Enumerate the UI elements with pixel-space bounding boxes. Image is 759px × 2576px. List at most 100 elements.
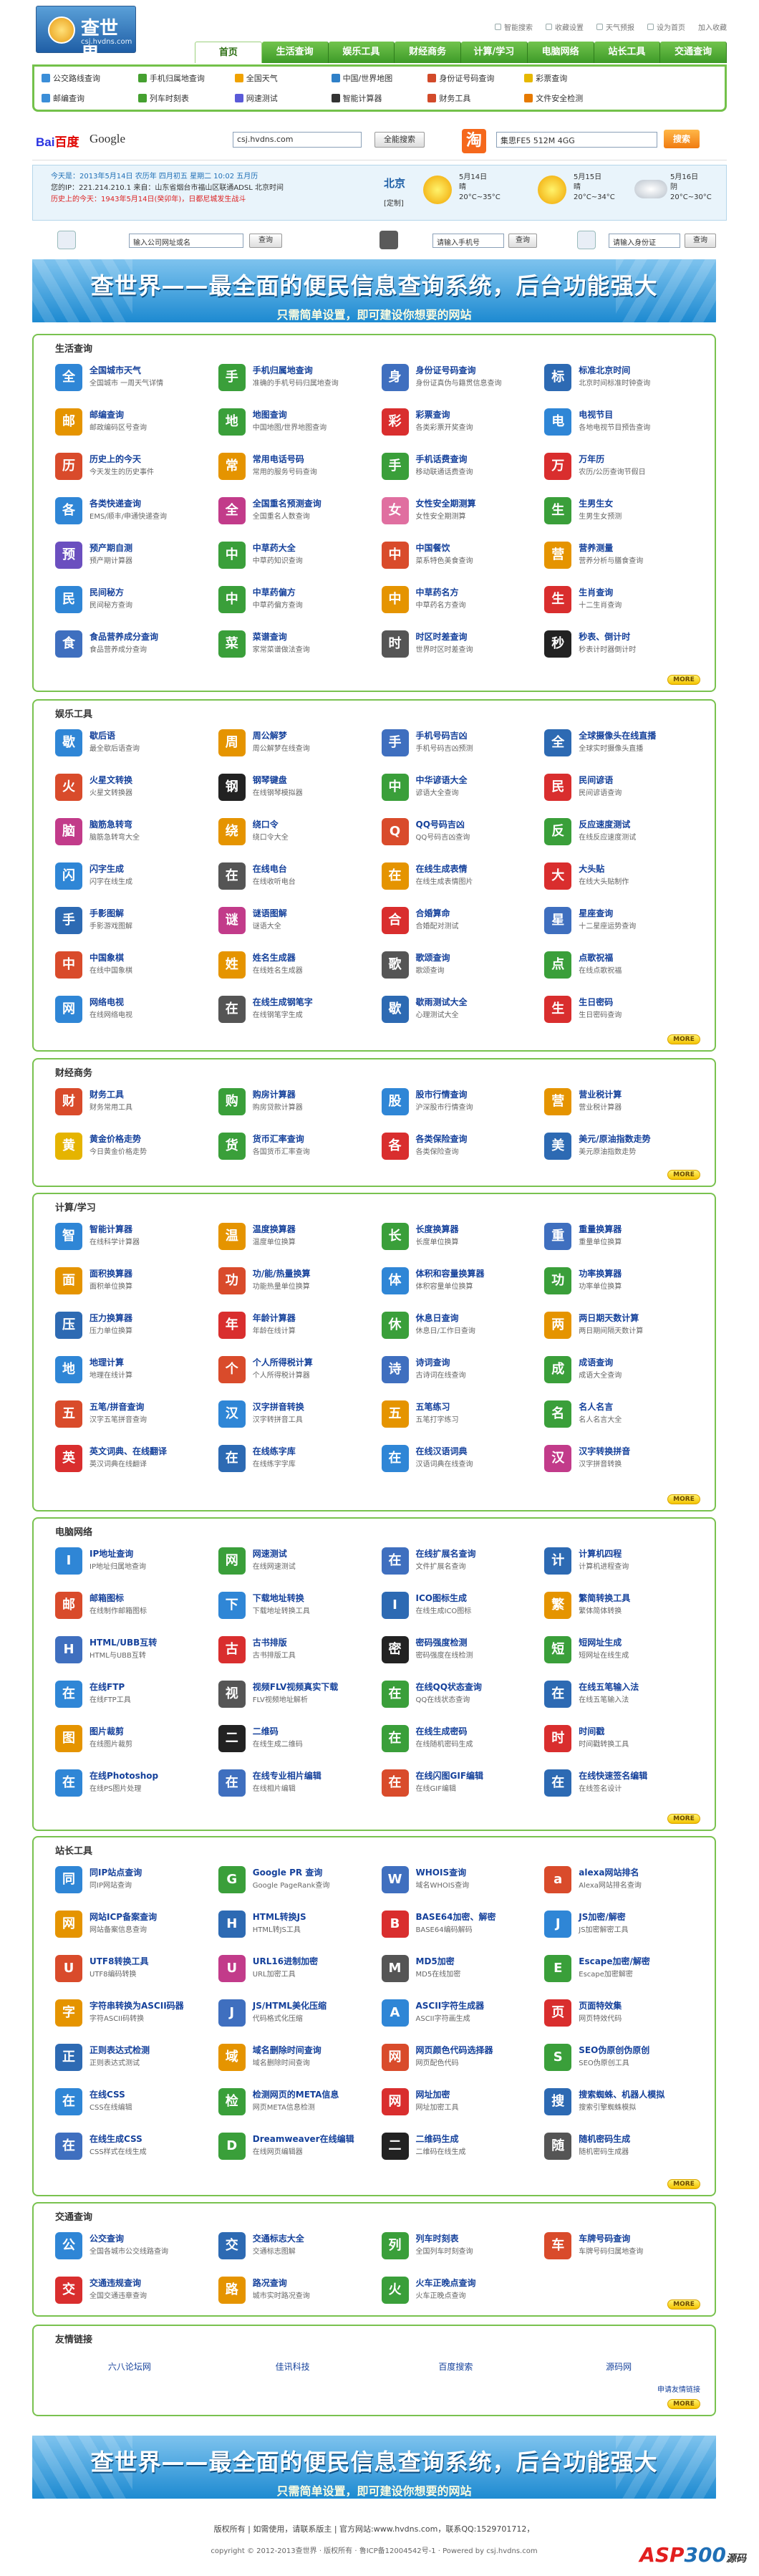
tool-item[interactable]: I ICO图标生成 在线生成ICO图标 [374,1586,538,1630]
quick-link[interactable]: 全国天气 [234,69,332,87]
tool-item[interactable]: 年年龄计算器 年龄在线计算 [211,1306,374,1350]
tool-item[interactable]: 体体积和容量换算器 体积容量单位换算 [374,1261,538,1306]
tool-item[interactable]: 中中草药大全 中草药知识查询 [211,536,374,580]
tool-item[interactable]: 功功/能/热量换算 功能热量单位换算 [211,1261,374,1306]
tool-item[interactable]: 全全球摄像头在线直播 全球实时摄像头直播 [537,724,700,768]
tool-item[interactable]: 菜菜谱查询 家常菜谱做法查询 [211,625,374,669]
tool-item[interactable]: 历历史上的今天 今天发生的历史事件 [48,447,211,491]
tool-name[interactable]: 营业税计算 [579,1088,622,1100]
tool-item[interactable]: 网网页颜色代码选择器 网页配色代码 [374,2038,538,2082]
tool-item[interactable]: 脑脑筋急转弯 脑筋急转弯大全 [48,812,211,857]
tool-name[interactable]: 歇雨测试大全 [416,996,468,1008]
tool-item[interactable]: 手手影图解 手影游戏图解 [48,901,211,946]
tool-name[interactable]: 温度换算器 [253,1223,296,1235]
tool-name[interactable]: 视频FLV视频真实下载 [253,1681,338,1693]
tool-item[interactable]: M MD5加密 MD5在线加密 [374,1949,538,1994]
nav-entertainment[interactable]: 娱乐工具 [328,42,395,63]
tool-item[interactable]: 二二维码 在线生成二维码 [211,1719,374,1764]
tool-item[interactable]: 生生肖查询 十二生肖查询 [537,580,700,625]
tool-item[interactable]: 随随机密码生成 随机密码生成器 [537,2127,700,2171]
tool-name[interactable]: 英文词典、在线翻译 [90,1445,167,1457]
tool-item[interactable]: 车车牌号码查询 车牌号码归属地查询 [537,2226,700,2271]
tool-item[interactable]: 在在线QQ状态查询 QQ在线状态查询 [374,1675,538,1719]
tool-name[interactable]: URL16进制加密 [253,1955,318,1967]
more-button[interactable]: MORE [667,1170,700,1180]
tool-name[interactable]: 在线生成密码 [416,1725,468,1737]
tool-item[interactable]: 万万年历 农历/公历查询节假日 [537,447,700,491]
tool-item[interactable]: 在在线快速签名编辑 在线签名设计 [537,1764,700,1808]
quick-link[interactable]: 列车时刻表 [137,90,235,107]
tool-item[interactable]: 时时区时差查询 世界时区时差查询 [374,625,538,669]
tool-item[interactable]: J JS加密/解密 JS加密解密工具 [537,1905,700,1949]
tool-item[interactable]: 视视频FLV视频真实下载 FLV视频地址解析 [211,1675,374,1719]
tool-name[interactable]: 黄金价格走势 [90,1133,141,1145]
tool-name[interactable]: 财务工具 [90,1088,124,1100]
friend-link[interactable]: 佳讯科技 [211,2360,374,2373]
tool-item[interactable]: 谜谜语图解 谜语大全 [211,901,374,946]
tool-item[interactable]: 温温度换算器 温度单位换算 [211,1217,374,1261]
more-button[interactable]: MORE [667,2179,700,2189]
tool-name[interactable]: Dreamweaver在线编辑 [253,2133,354,2145]
tool-name[interactable]: 个人所得税计算 [253,1356,313,1368]
tool-item[interactable]: 短短网址生成 短网址在线生成 [537,1630,700,1675]
tool-name[interactable]: 反应速度测试 [579,818,630,830]
tool-name[interactable]: 图片裁剪 [90,1725,124,1737]
tool-item[interactable]: 两两日期天数计算 两日期间隔天数计算 [537,1306,700,1350]
tool-name[interactable]: 在线闪图GIF编辑 [416,1769,484,1782]
tool-name[interactable]: 电视节目 [579,408,613,420]
tool-item[interactable]: 二二维码生成 二维码在线生成 [374,2127,538,2171]
tool-name[interactable]: 功率换算器 [579,1267,622,1279]
tool-item[interactable]: 功功率换算器 功率单位换算 [537,1261,700,1306]
tool-name[interactable]: 汉字拼音转换 [253,1400,304,1413]
tool-item[interactable]: 在在线五笔输入法 在线五笔输入法 [537,1675,700,1719]
quick-link[interactable]: 邮编查询 [42,90,138,107]
tool-name[interactable]: 中国象棋 [90,951,124,963]
tool-item[interactable]: 名名人名言 名人名言大全 [537,1395,700,1439]
tool-name[interactable]: 中草药偏方 [253,586,296,598]
tool-item[interactable]: 古古书排版 古书排版工具 [211,1630,374,1675]
tool-name[interactable]: BASE64加密、解密 [416,1911,496,1923]
tool-name[interactable]: 脑筋急转弯 [90,818,132,830]
tool-item[interactable]: 歇歇后语 最全歇后语查询 [48,724,211,768]
tool-name[interactable]: 汉字转换拼音 [579,1445,630,1457]
tool-item[interactable]: 周周公解梦 周公解梦在线查询 [211,724,374,768]
tool-item[interactable]: U URL16进制加密 URL加密工具 [211,1949,374,1994]
tool-item[interactable]: H HTML转换JS HTML转JS工具 [211,1905,374,1949]
tool-name[interactable]: 下载地址转换 [253,1592,304,1604]
tool-name[interactable]: 歇后语 [90,729,115,741]
quick-link[interactable]: 彩票查询 [524,69,621,87]
more-button[interactable]: MORE [667,2299,700,2310]
more-button[interactable]: MORE [667,1034,700,1044]
tool-item[interactable]: 民民间秘方 民间秘方查询 [48,580,211,625]
tool-item[interactable]: 长长度换算器 长度单位换算 [374,1217,538,1261]
tool-name[interactable]: 中草药大全 [253,542,296,554]
tool-item[interactable]: 合合婚算命 合婚配对测试 [374,901,538,946]
tool-name[interactable]: 地理计算 [90,1356,124,1368]
tool-item[interactable]: 在在线电台 在线收听电台 [211,857,374,901]
tool-name[interactable]: 公交查询 [90,2232,124,2244]
tool-item[interactable]: 大大头贴 在线大头贴制作 [537,857,700,901]
company-query-button[interactable]: 查询 [249,234,282,248]
tool-name[interactable]: 页面特效集 [579,1999,622,2012]
tool-item[interactable]: 列列车时刻表 全国列车时刻查询 [374,2226,538,2271]
quick-link[interactable]: 身份证号码查询 [427,69,524,87]
more-button[interactable]: MORE [667,1814,700,1824]
tool-item[interactable]: 邮邮编查询 邮政编码区号查询 [48,403,211,447]
search-input[interactable]: csj.hvdns.com [233,132,362,148]
tool-name[interactable]: 全国重名预测查询 [253,497,322,509]
taobao-search-button[interactable]: 搜索 [664,130,700,148]
tool-item[interactable]: 中中国象棋 在线中国象棋 [48,946,211,990]
tool-item[interactable]: S SEO伪原创伪原创 SEO伪原创工具 [537,2038,700,2082]
tool-item[interactable]: 在在线生成密码 在线随机密码生成 [374,1719,538,1764]
tool-item[interactable]: 域域名删除时间查询 域名删除时间查询 [211,2038,374,2082]
tool-name[interactable]: HTML转换JS [253,1911,306,1923]
tool-item[interactable]: 同同IP站点查询 同IP网站查询 [48,1860,211,1905]
quick-link[interactable]: 智能计算器 [331,90,428,107]
tool-item[interactable]: 手手机话费查询 移动联通话费查询 [374,447,538,491]
tool-name[interactable]: 时区时差查询 [416,630,468,643]
tool-item[interactable]: 在在线Photoshop 在线PS图片处理 [48,1764,211,1808]
tool-name[interactable]: 年龄计算器 [253,1312,296,1324]
history-line[interactable]: 历史上的今天：1943年5月14日(癸卯年)，日都尼城发生战斗 [51,194,373,206]
tool-name[interactable]: HTML/UBB互转 [90,1636,157,1648]
tool-item[interactable]: 财财务工具 财务常用工具 [48,1082,211,1127]
